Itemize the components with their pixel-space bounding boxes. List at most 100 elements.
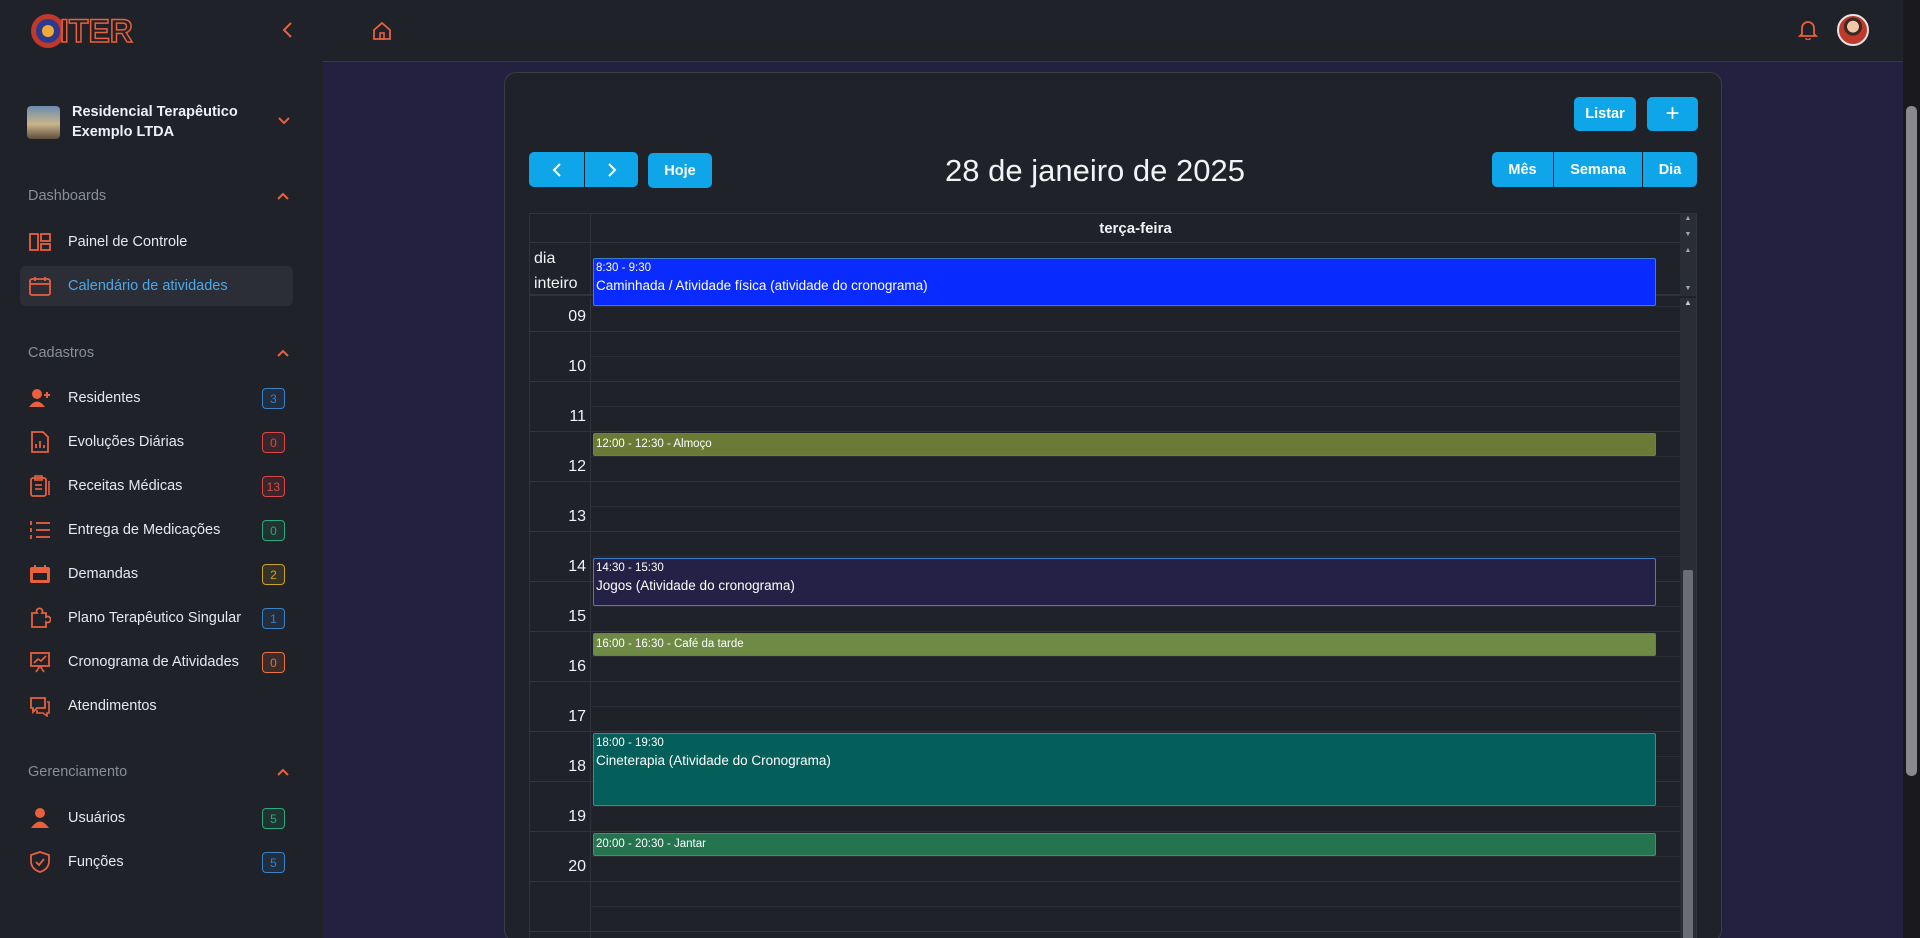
sidebar-item-atendimentos[interactable]: Atendimentos xyxy=(20,686,293,726)
calendar-event[interactable]: 18:00 - 19:30 Cineterapia (Atividade do C… xyxy=(593,733,1656,806)
sidebar-item-receitas[interactable]: Receitas Médicas 13 xyxy=(20,466,293,506)
calendar-event[interactable]: 16:00 - 16:30 - Café da tarde xyxy=(593,633,1656,656)
calendar-event[interactable]: 14:30 - 15:30 Jogos (Atividade do cronogr… xyxy=(593,558,1656,606)
hour-label: 16 xyxy=(568,658,586,675)
week-view-button[interactable]: Semana xyxy=(1554,152,1642,187)
hour-line xyxy=(530,431,1680,432)
calendar-title: 28 de janeiro de 2025 xyxy=(945,153,1245,188)
hour-label: 20 xyxy=(568,858,586,875)
sidebar-item-label: Cronograma de Atividades xyxy=(68,654,239,670)
event-time: 12:00 - 12:30 - Almoço xyxy=(596,438,712,450)
half-hour-line xyxy=(591,556,1680,557)
top-bar xyxy=(323,0,1903,62)
section-label: Gerenciamento xyxy=(28,764,128,780)
half-hour-line xyxy=(591,506,1680,507)
report-icon xyxy=(28,430,52,454)
sidebar-item-painel[interactable]: Painel de Controle xyxy=(20,222,293,262)
section-dashboards[interactable]: Dashboards xyxy=(28,188,290,208)
hour-label: 19 xyxy=(568,808,586,825)
day-name: terça-feira xyxy=(1099,220,1172,237)
calendar-event[interactable]: 20:00 - 20:30 - Jantar xyxy=(593,833,1656,856)
count-badge: 0 xyxy=(262,652,285,673)
hour-line xyxy=(530,931,1680,932)
add-button[interactable]: + xyxy=(1647,97,1698,131)
section-label: Cadastros xyxy=(28,345,95,361)
half-hour-line xyxy=(591,456,1680,457)
hour-label: 12 xyxy=(568,458,586,475)
day-view-button[interactable]: Dia xyxy=(1643,152,1697,187)
count-badge: 1 xyxy=(262,608,285,629)
today-button[interactable]: Hoje xyxy=(648,153,712,188)
dashboard-icon xyxy=(28,230,52,254)
time-grid: 09 10 11 12 13 14 15 16 17 18 19 20 8:30 - 9:30 Camin… xyxy=(530,258,1696,938)
hour-line xyxy=(530,381,1680,382)
header-scrollbar[interactable]: ▲ ▼ ▲ ▼ xyxy=(1680,214,1696,296)
list-icon xyxy=(28,518,52,542)
event-title: Jogos (Atividade do cronograma) xyxy=(596,578,795,593)
user-plus-icon xyxy=(28,386,52,410)
day-calendar: terça-feira dia inteiro ▲ ▼ ▲ ▼ 09 10 11 12 13 1… xyxy=(529,213,1697,938)
sidebar-item-residentes[interactable]: Residentes 3 xyxy=(20,378,293,418)
sidebar-item-label: Plano Terapêutico Singular xyxy=(68,610,242,626)
home-icon[interactable] xyxy=(371,20,393,42)
list-button[interactable]: Listar xyxy=(1574,97,1636,131)
event-title: Cineterapia (Atividade do Cronograma) xyxy=(596,753,831,768)
sidebar-item-demandas[interactable]: Demandas 2 xyxy=(20,554,293,594)
sidebar-item-calendario[interactable]: Calendário de atividades xyxy=(20,266,293,306)
chevron-up-icon xyxy=(277,349,289,357)
sidebar-item-funcoes[interactable]: Funções 5 xyxy=(20,842,293,882)
hour-label: 14 xyxy=(568,558,586,575)
chevron-right-icon xyxy=(607,162,616,177)
event-time: 14:30 - 15:30 xyxy=(596,562,664,574)
sidebar-item-evolucoes[interactable]: Evoluções Diárias 0 xyxy=(20,422,293,462)
count-badge: 2 xyxy=(262,564,285,585)
event-time: 18:00 - 19:30 xyxy=(596,737,664,749)
next-button[interactable] xyxy=(585,152,638,187)
sidebar-item-label: Calendário de atividades xyxy=(68,278,228,294)
hour-label: 09 xyxy=(568,308,586,325)
sidebar: ITER Residencial Terapêutico Exemplo LTD… xyxy=(0,0,323,938)
event-title: Caminhada / Atividade física (atividade … xyxy=(596,278,928,293)
calendar-event[interactable]: 8:30 - 9:30 Caminhada / Atividade física … xyxy=(593,258,1656,306)
hour-line xyxy=(530,631,1680,632)
sidebar-item-cronograma[interactable]: Cronograma de Atividades 0 xyxy=(20,642,293,682)
hour-label: 15 xyxy=(568,608,586,625)
hour-line xyxy=(530,831,1680,832)
month-view-button[interactable]: Mês xyxy=(1492,152,1553,187)
page-scrollbar[interactable] xyxy=(1903,0,1920,938)
section-gerenciamento[interactable]: Gerenciamento xyxy=(28,764,290,784)
time-grid-scrollbar[interactable]: ▲ xyxy=(1680,298,1696,938)
hour-line xyxy=(530,681,1680,682)
section-label: Dashboards xyxy=(28,188,107,204)
all-day-label: dia inteiro xyxy=(534,250,578,292)
prev-button[interactable] xyxy=(529,152,584,187)
sidebar-item-label: Evoluções Diárias xyxy=(68,434,185,450)
hour-line xyxy=(530,481,1680,482)
org-name: Residencial Terapêutico Exemplo LTDA xyxy=(72,104,238,140)
sidebar-item-entrega[interactable]: Entrega de Medicações 0 xyxy=(20,510,293,550)
hour-line xyxy=(530,331,1680,332)
user-avatar[interactable] xyxy=(1837,14,1869,46)
chat-icon xyxy=(28,694,52,718)
sidebar-collapse-button[interactable] xyxy=(278,18,298,42)
calendar-icon xyxy=(28,274,52,298)
presentation-chart-icon xyxy=(28,650,52,674)
org-selector[interactable]: Residencial Terapêutico Exemplo LTDA xyxy=(27,100,297,144)
count-badge: 3 xyxy=(262,388,285,409)
calendar-event[interactable]: 12:00 - 12:30 - Almoço xyxy=(593,433,1656,456)
hour-line xyxy=(530,731,1680,732)
sidebar-item-label: Demandas xyxy=(68,566,139,582)
sidebar-item-plano[interactable]: Plano Terapêutico Singular 1 xyxy=(20,598,293,638)
half-hour-line xyxy=(591,656,1680,657)
section-cadastros[interactable]: Cadastros xyxy=(28,345,290,365)
hour-label: 13 xyxy=(568,508,586,525)
hour-line xyxy=(530,881,1680,882)
count-badge: 5 xyxy=(262,808,285,829)
count-badge: 13 xyxy=(261,476,285,497)
half-hour-line xyxy=(591,356,1680,357)
sidebar-item-usuarios[interactable]: Usuários 5 xyxy=(20,798,293,838)
chevron-down-icon xyxy=(278,117,290,125)
count-badge: 0 xyxy=(262,432,285,453)
bell-icon[interactable] xyxy=(1797,18,1819,40)
app-logo[interactable]: ITER xyxy=(30,8,146,54)
